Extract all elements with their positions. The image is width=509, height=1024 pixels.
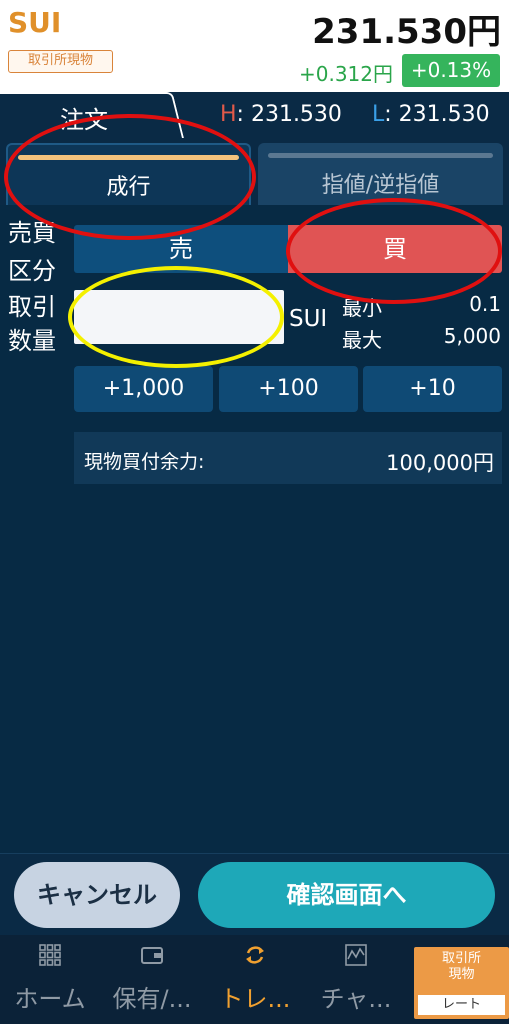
symbol-name: SUI <box>8 6 62 39</box>
order-type-market-label: 成行 <box>106 175 151 200</box>
price-header: SUI 取引所現物 231.530円 +0.312円 +0.13% <box>0 0 509 92</box>
bottom-nav: ホーム 保有/... トレ... チャ... 取引所 現物 レート <box>0 935 509 1024</box>
rate-widget-title: 取引所 現物 <box>414 951 509 983</box>
rate-widget[interactable]: 取引所 現物 レート <box>414 947 509 1019</box>
qty-label-line1: 取引 <box>8 293 56 321</box>
nav-label-chart: チャ... <box>320 985 392 1013</box>
low-key: L <box>372 102 385 127</box>
quantity-input[interactable] <box>74 290 284 344</box>
price-change: +0.312円 <box>298 62 393 86</box>
order-type-market[interactable]: 成行 <box>6 143 251 205</box>
step-button-10[interactable]: +10 <box>363 366 502 412</box>
quantity-unit: SUI <box>289 306 328 332</box>
high-key: H <box>220 102 237 127</box>
nav-item-holdings[interactable]: 保有/... <box>102 935 202 1024</box>
nav-label-home: ホーム <box>14 985 86 1013</box>
wallet-icon <box>141 947 163 964</box>
side-label-line2: 区分 <box>8 257 56 285</box>
market-badge: 取引所現物 <box>8 50 113 73</box>
step-button-1000[interactable]: +1,000 <box>74 366 213 412</box>
min-label: 最小 <box>342 296 382 320</box>
nav-item-trade[interactable]: トレ... <box>205 935 305 1024</box>
qty-label-line2: 数量 <box>8 327 56 355</box>
tab-row: 注文 H: 231.530 L: 231.530 <box>0 92 509 138</box>
cancel-button[interactable]: キャンセル <box>14 862 180 928</box>
side-label-line1: 売買 <box>8 219 56 247</box>
high-value: : 231.530 <box>236 102 342 127</box>
change-percent-badge: +0.13% <box>402 54 500 87</box>
nav-item-home[interactable]: ホーム <box>0 935 100 1024</box>
buying-power-value: 100,000円 <box>386 451 494 475</box>
tab-order[interactable]: 注文 <box>60 100 108 135</box>
buying-power-label: 現物買付余力: <box>84 451 205 473</box>
rate-widget-title-text: 取引所 現物 <box>441 951 481 982</box>
buy-button[interactable]: 買 <box>288 225 502 273</box>
grid-icon <box>39 944 61 966</box>
step-button-100[interactable]: +100 <box>219 366 358 412</box>
nav-label-trade: トレ... <box>219 985 291 1013</box>
rate-widget-button[interactable]: レート <box>418 995 505 1015</box>
sell-button[interactable]: 売 <box>74 225 288 273</box>
refresh-icon <box>246 946 264 964</box>
chart-icon <box>345 944 367 966</box>
nav-label-holdings: 保有/... <box>112 985 192 1013</box>
inactive-indicator <box>268 153 493 158</box>
action-bar: キャンセル 確認画面へ <box>0 853 509 935</box>
active-indicator <box>18 155 239 160</box>
max-value: 5,000 <box>443 324 501 348</box>
min-value: 0.1 <box>469 292 501 316</box>
low-price: L: 231.530 <box>372 102 490 127</box>
low-value: : 231.530 <box>384 102 490 127</box>
order-type-limit[interactable]: 指値/逆指値 <box>258 143 503 205</box>
high-price: H: 231.530 <box>220 102 342 127</box>
order-type-limit-label: 指値/逆指値 <box>321 173 440 198</box>
confirm-button[interactable]: 確認画面へ <box>198 862 495 928</box>
nav-item-chart[interactable]: チャ... <box>306 935 406 1024</box>
buying-power-row: 現物買付余力: 100,000円 <box>74 432 502 484</box>
current-price: 231.530円 <box>312 12 501 52</box>
max-label: 最大 <box>342 328 382 352</box>
